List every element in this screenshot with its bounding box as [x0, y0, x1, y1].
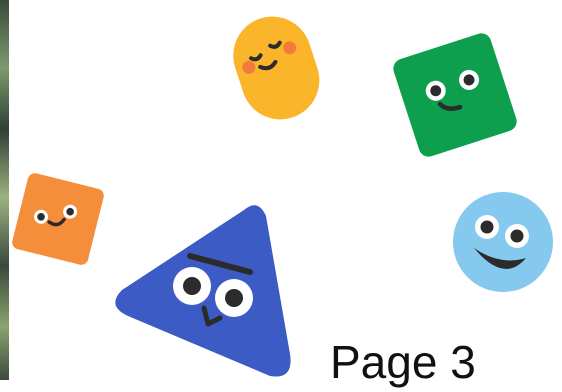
blue-triangle-character: [108, 194, 298, 380]
yellow-pill-character: [228, 8, 324, 126]
light-blue-circle-character: [448, 190, 558, 294]
side-photo-strip: [0, 0, 9, 380]
page-number-label: Page 3: [330, 336, 476, 388]
yellow-pill-body: [233, 16, 320, 120]
orange-square-character: [10, 172, 106, 266]
green-square-character: [386, 28, 524, 162]
green-square-body: [393, 33, 517, 157]
light-blue-circle-body: [453, 192, 553, 292]
orange-square-body: [12, 173, 104, 265]
